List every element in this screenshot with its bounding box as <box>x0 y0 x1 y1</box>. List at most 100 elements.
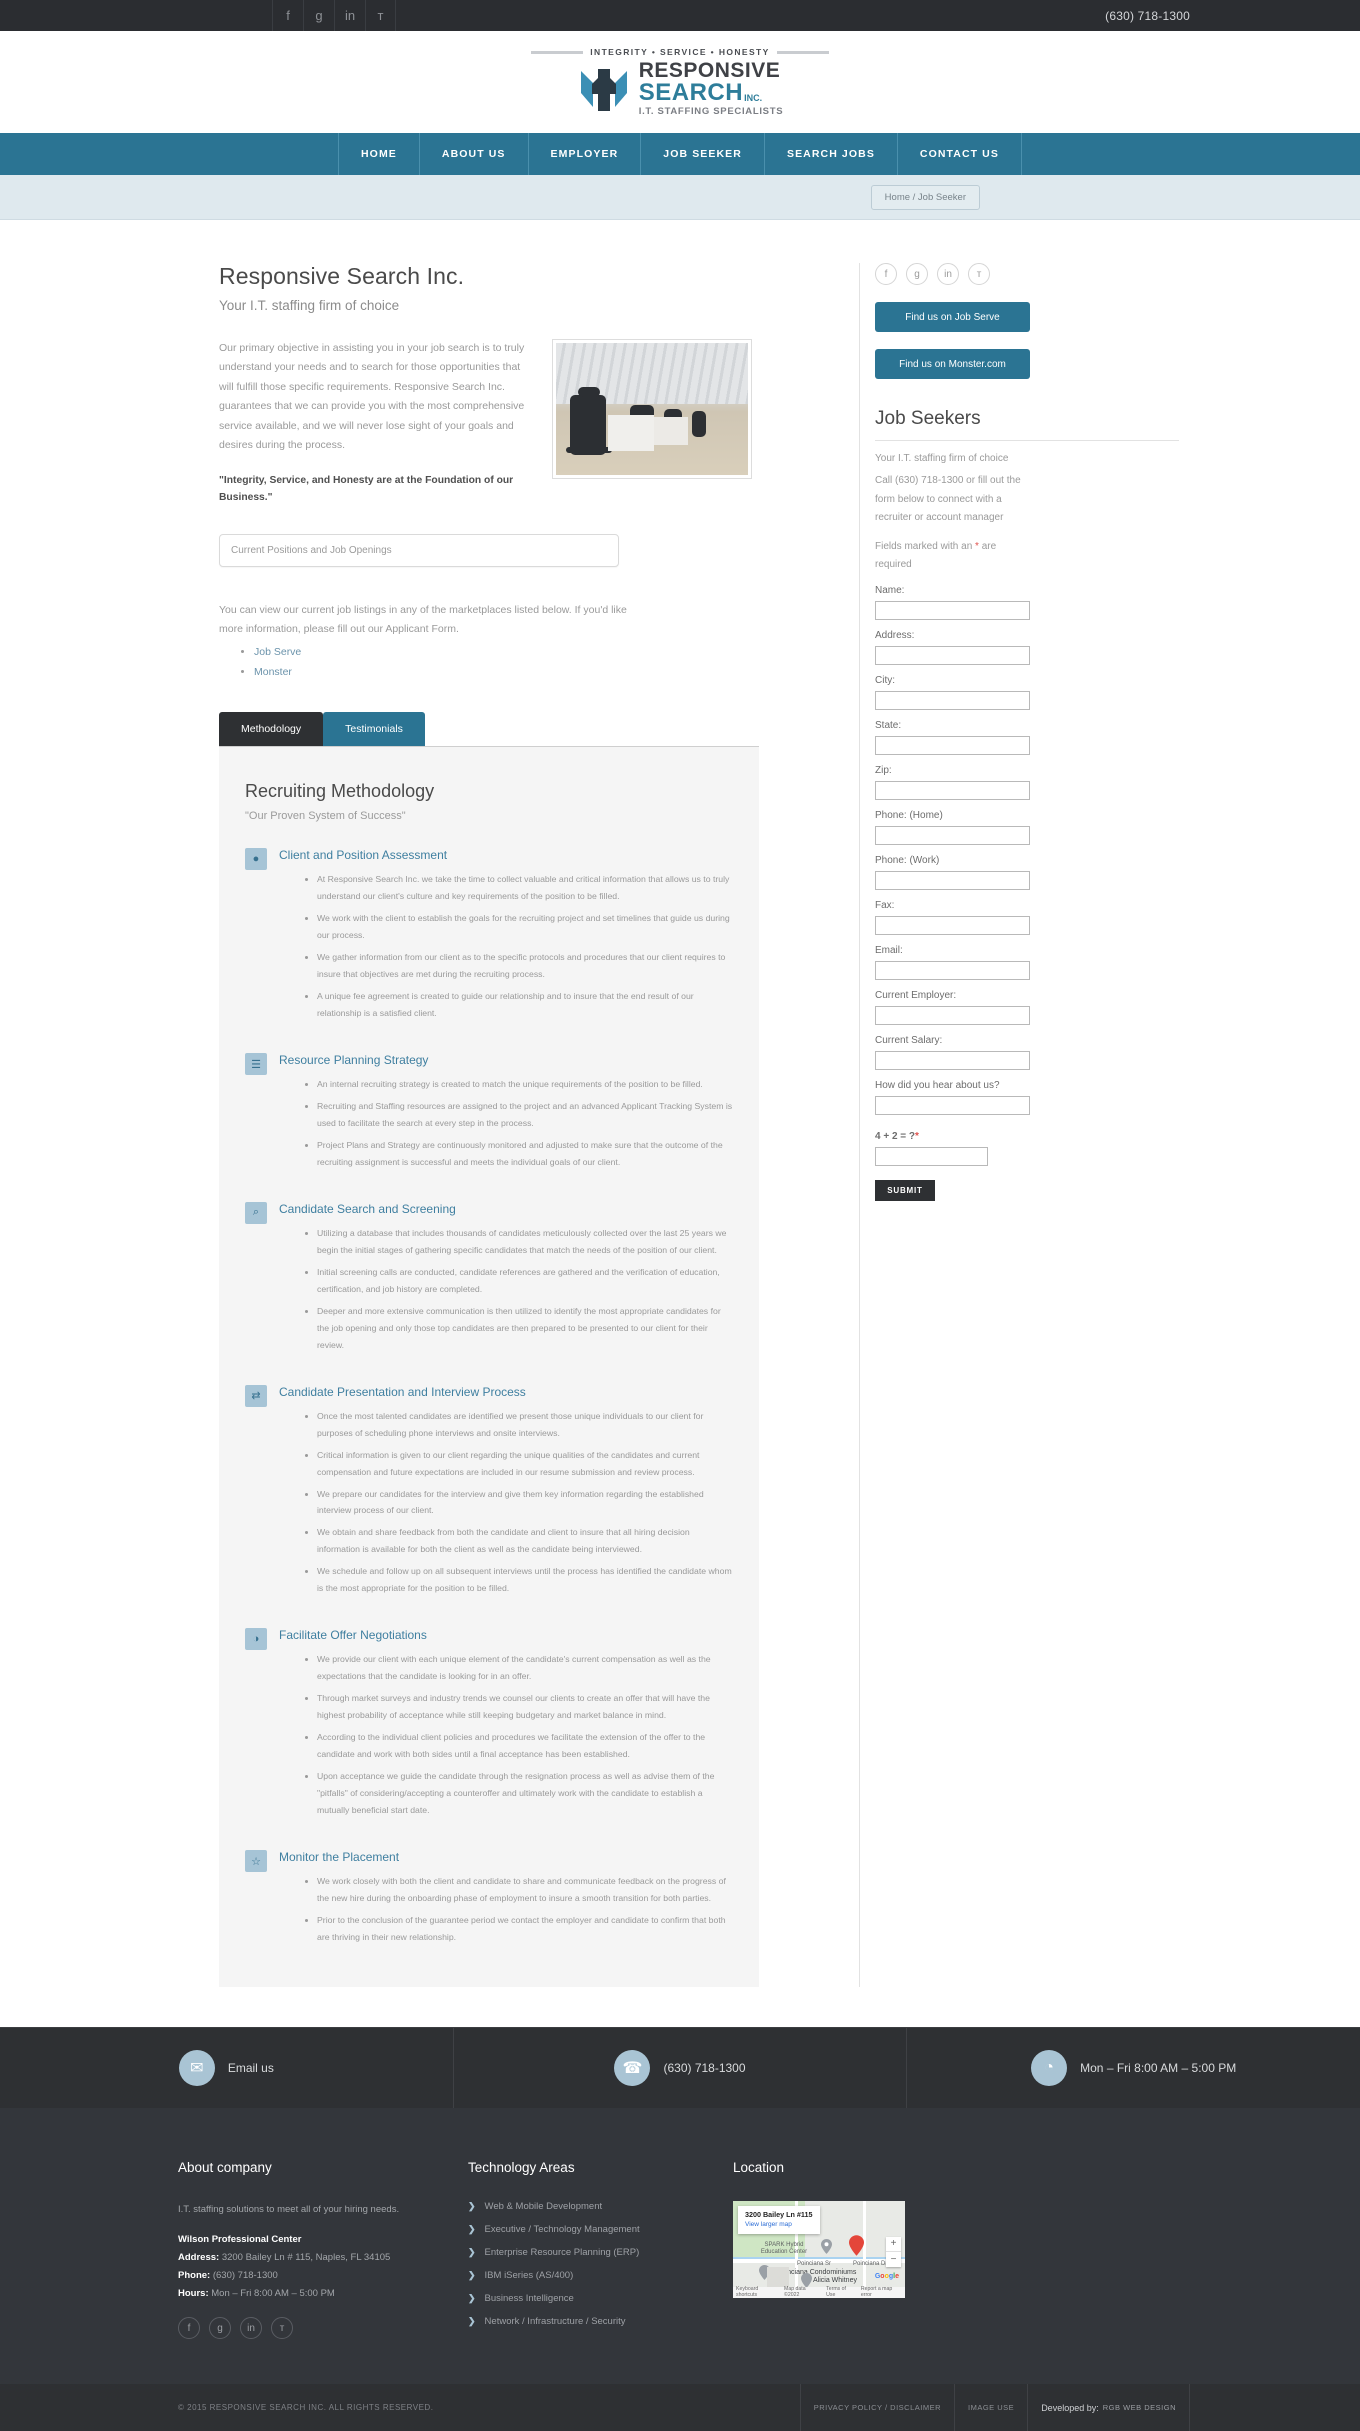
headrest-shape <box>578 387 600 397</box>
footer-contact-phone[interactable]: ☎ (630) 718-1300 <box>454 2027 908 2108</box>
step-heading[interactable]: Resource Planning Strategy <box>279 1053 733 1067</box>
methodology-step: ☆ Monitor the Placement We work closely wi… <box>245 1850 733 1951</box>
linkedin-icon[interactable]: in <box>937 263 959 285</box>
chevron-right-icon: ❯ <box>468 2200 476 2211</box>
step-heading[interactable]: Facilitate Offer Negotiations <box>279 1628 733 1642</box>
nav-item-employer[interactable]: EMPLOYER <box>529 133 642 175</box>
map-zoom-in-button[interactable]: + <box>886 2237 901 2252</box>
captcha-input[interactable] <box>875 1146 988 1166</box>
tech-item-label: Executive / Technology Management <box>484 2223 640 2235</box>
tech-item-executive-tech-mgmt[interactable]: ❯ Executive / Technology Management <box>468 2224 733 2235</box>
step-body: Candidate Search and Screening Utilizing … <box>279 1202 733 1359</box>
intro-paragraph: Our primary objective in assisting you i… <box>219 342 525 452</box>
tech-item-ibm-iseries[interactable]: ❯ IBM iSeries (AS/400) <box>468 2270 733 2281</box>
list-item: Prior to the conclusion of the guarantee… <box>317 1912 733 1946</box>
sidebar-button-job-serve[interactable]: Find us on Job Serve <box>875 302 1030 332</box>
map-foot-item[interactable]: Map data ©2022 <box>784 2286 820 2298</box>
captcha-label: 4 + 2 = ?* <box>875 1131 1179 1142</box>
site-logo[interactable]: INTEGRITY • SERVICE • HONESTY RESPONSIVE… <box>531 47 829 117</box>
required-note-prefix: Fields marked with an <box>875 540 976 552</box>
logo-chess-piece-icon <box>577 63 631 115</box>
sidebar-heading: Job Seekers <box>875 408 1179 441</box>
input-fax[interactable] <box>875 915 1030 935</box>
footer-contact-hours[interactable]: ◔ Mon – Fri 8:00 AM – 5:00 PM <box>907 2028 1360 2108</box>
input-state[interactable] <box>875 735 1030 755</box>
input-address[interactable] <box>875 645 1030 665</box>
marketplace-link-job-serve[interactable]: Job Serve <box>254 646 301 658</box>
tech-item-label: IBM iSeries (AS/400) <box>484 2269 574 2281</box>
nav-item-about-us[interactable]: ABOUT US <box>420 133 529 175</box>
twitter-icon[interactable]: ᴛ <box>271 2317 293 2340</box>
sidebar-button-monster[interactable]: Find us on Monster.com <box>875 349 1030 379</box>
input-phone-home[interactable] <box>875 825 1030 845</box>
map-foot-item[interactable]: Keyboard shortcuts <box>736 2286 778 2298</box>
tab-methodology[interactable]: Methodology <box>219 712 324 747</box>
facebook-icon[interactable]: f <box>272 0 303 31</box>
marketplace-link-monster[interactable]: Monster <box>254 666 292 678</box>
intro-row: Our primary objective in assisting you i… <box>219 339 759 507</box>
input-current-salary[interactable] <box>875 1050 1030 1070</box>
map-pin-grey-icon <box>821 2238 832 2254</box>
topbar-phone[interactable]: (630) 718-1300 <box>1105 9 1190 23</box>
submit-button[interactable]: SUBMIT <box>875 1179 935 1201</box>
location-map[interactable]: 3200 Bailey Ln #115 View larger map SPAR… <box>733 2200 905 2298</box>
twitter-icon[interactable]: ᴛ <box>365 0 396 31</box>
step-body: Resource Planning Strategy An internal re… <box>279 1053 733 1176</box>
nav-item-search-jobs[interactable]: SEARCH JOBS <box>765 133 898 175</box>
linkedin-icon[interactable]: in <box>240 2317 262 2340</box>
tech-item-business-intelligence[interactable]: ❯ Business Intelligence <box>468 2293 733 2304</box>
map-foot-item[interactable]: Terms of Use <box>826 2286 855 2298</box>
google-plus-icon[interactable]: g <box>906 263 928 285</box>
footer-link-image-use[interactable]: IMAGE USE <box>954 2384 1027 2431</box>
tech-item-erp[interactable]: ❯ Enterprise Resource Planning (ERP) <box>468 2247 733 2258</box>
footer-link-privacy-policy[interactable]: PRIVACY POLICY / DISCLAIMER <box>799 2384 954 2431</box>
map-larger-link[interactable]: View larger map <box>745 2220 813 2229</box>
twitter-icon[interactable]: ᴛ <box>968 263 990 285</box>
list-item: At Responsive Search Inc. we take the ti… <box>317 871 733 905</box>
facebook-icon[interactable]: f <box>875 263 897 285</box>
captcha-question: 4 + 2 = ? <box>875 1130 916 1142</box>
input-name[interactable] <box>875 600 1030 620</box>
tech-item-network-security[interactable]: ❯ Network / Infrastructure / Security <box>468 2316 733 2327</box>
tech-item-web-mobile[interactable]: ❯ Web & Mobile Development <box>468 2201 733 2212</box>
nav-item-home[interactable]: HOME <box>338 133 420 175</box>
methodology-step: ☰ Resource Planning Strategy An internal r… <box>245 1053 733 1176</box>
topbar-social-list: f g in ᴛ <box>272 0 396 31</box>
step-heading[interactable]: Candidate Search and Screening <box>279 1202 733 1216</box>
intro-text-block: Our primary objective in assisting you i… <box>219 339 534 507</box>
input-city[interactable] <box>875 690 1030 710</box>
map-foot-item[interactable]: Report a map error <box>861 2286 902 2298</box>
logo-header: INTEGRITY • SERVICE • HONESTY RESPONSIVE… <box>0 31 1360 133</box>
developer-name[interactable]: RGB WEB DESIGN <box>1103 2403 1176 2412</box>
map-zoom-controls[interactable]: + − <box>886 2236 901 2267</box>
tab-testimonials[interactable]: Testimonials <box>323 712 425 747</box>
developed-by[interactable]: Developed by: RGB WEB DESIGN <box>1027 2384 1190 2431</box>
captcha-star-icon: * <box>915 1130 919 1142</box>
nav-item-contact-us[interactable]: CONTACT US <box>898 133 1022 175</box>
input-how-did-you-hear[interactable] <box>875 1095 1030 1115</box>
map-zoom-out-button[interactable]: − <box>886 2252 901 2267</box>
chair-shape-4 <box>692 411 706 437</box>
marketplace-link-list: Job Serve Monster <box>219 643 759 682</box>
phone-icon: ☎ <box>614 2049 651 2086</box>
desk-shape-2 <box>654 417 688 445</box>
facebook-icon[interactable]: f <box>178 2317 200 2340</box>
linkedin-icon[interactable]: in <box>334 0 365 31</box>
step-heading[interactable]: Candidate Presentation and Interview Pro… <box>279 1385 733 1399</box>
google-plus-icon[interactable]: g <box>209 2317 231 2340</box>
google-plus-icon[interactable]: g <box>303 0 334 31</box>
input-email[interactable] <box>875 960 1030 980</box>
footer-contact-email-us[interactable]: ✉ Email us <box>0 2027 454 2108</box>
phone-value[interactable]: (630) 718-1300 <box>210 2270 278 2281</box>
breadcrumb[interactable]: Home / Job Seeker <box>870 184 980 210</box>
nav-item-job-seeker[interactable]: JOB SEEKER <box>641 133 765 175</box>
step-heading[interactable]: Monitor the Placement <box>279 1850 733 1864</box>
step-heading[interactable]: Client and Position Assessment <box>279 848 733 862</box>
input-phone-work[interactable] <box>875 870 1030 890</box>
input-zip[interactable] <box>875 780 1030 800</box>
methodology-step: ⌕ Candidate Search and Screening Utilizing… <box>245 1201 733 1359</box>
input-current-employer[interactable] <box>875 1005 1030 1025</box>
panel-title: Recruiting Methodology <box>245 781 435 802</box>
list-item: We schedule and follow up on all subsequ… <box>317 1563 733 1597</box>
job-search-input[interactable]: Current Positions and Job Openings <box>219 533 619 567</box>
